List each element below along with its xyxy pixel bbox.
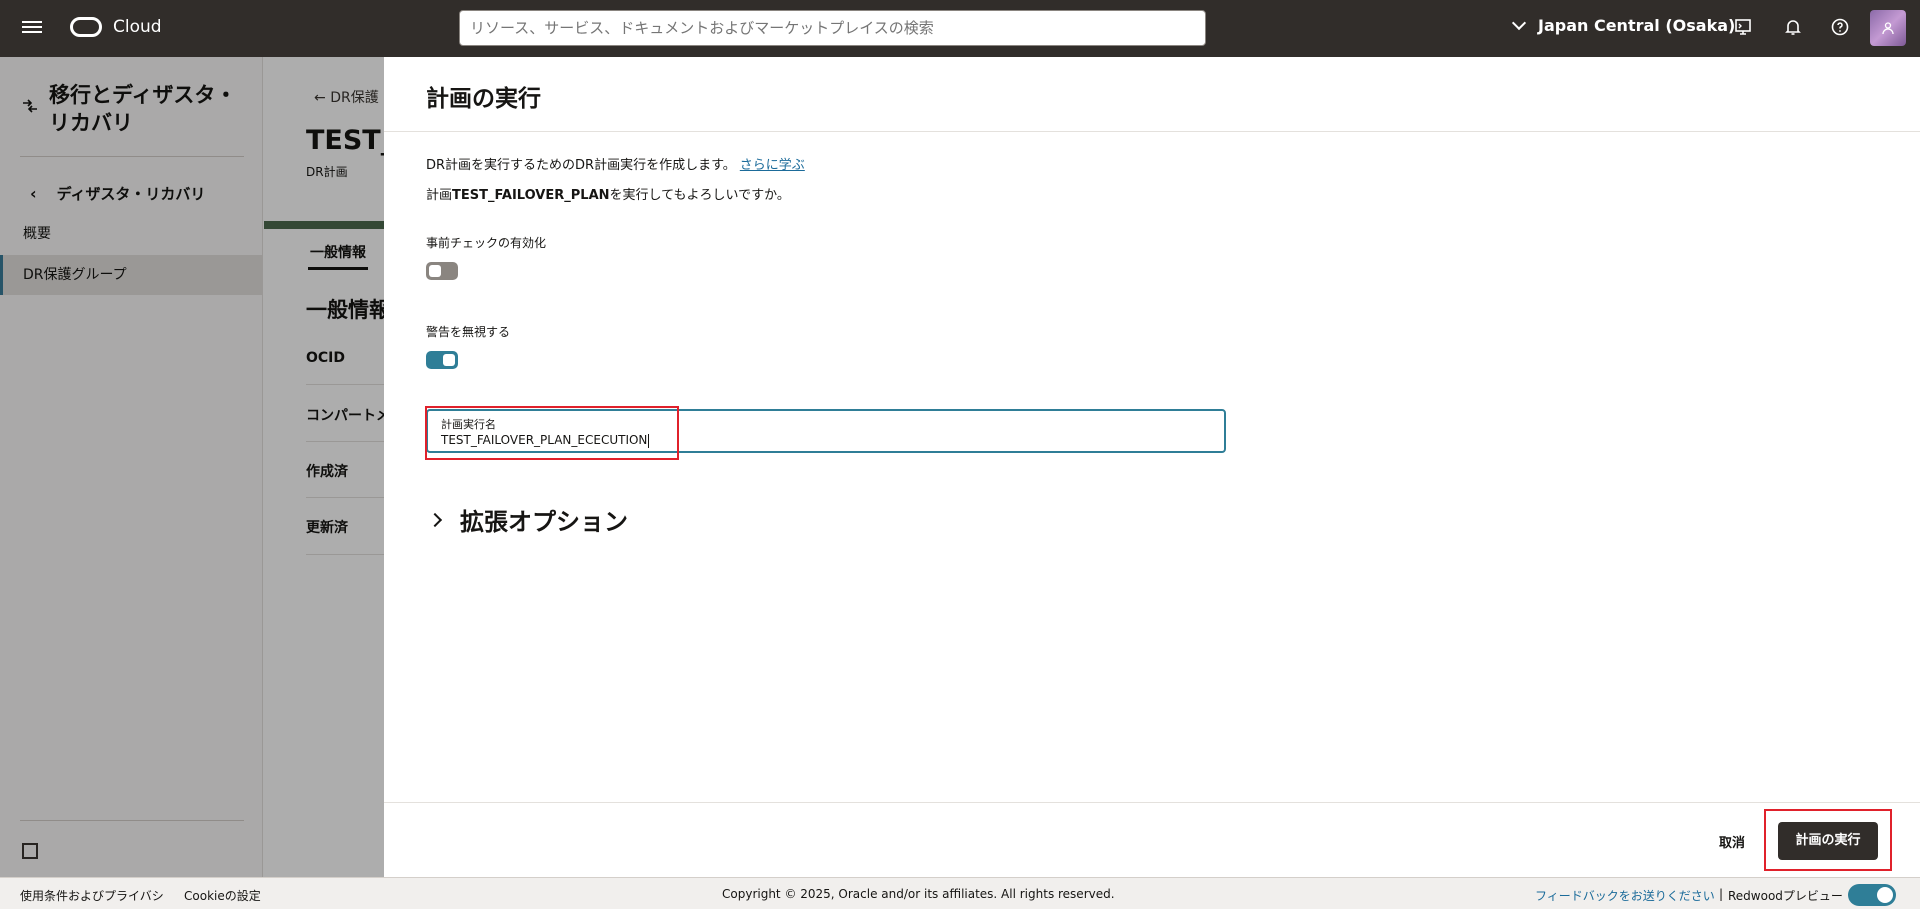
menu-icon[interactable] xyxy=(22,18,42,38)
brand-label[interactable]: Cloud xyxy=(113,17,162,37)
cloud-shell-icon[interactable] xyxy=(1733,18,1753,38)
top-bar: Cloud Japan Central (Osaka) xyxy=(0,0,1920,57)
copyright: Copyright © 2025, Oracle and/or its affi… xyxy=(722,887,1115,901)
plan-name: TEST_FAILOVER_PLAN xyxy=(452,188,610,203)
drawer-title: 計画の実行 xyxy=(426,86,541,112)
region-selector[interactable]: Japan Central (Osaka) xyxy=(1511,15,1736,35)
precheck-label: 事前チェックの有効化 xyxy=(426,236,547,250)
search-input[interactable] xyxy=(459,10,1206,46)
precheck-toggle[interactable] xyxy=(426,262,458,280)
ignore-warnings-label: 警告を無視する xyxy=(426,325,511,339)
learn-more-link[interactable]: さらに学ぶ xyxy=(740,158,805,173)
chevron-down-icon xyxy=(1511,15,1527,30)
toggle-knob xyxy=(1877,887,1893,903)
advanced-options-label: 拡張オプション xyxy=(460,508,628,536)
divider xyxy=(384,131,1920,132)
chevron-right-icon xyxy=(427,512,443,527)
highlight-box xyxy=(1764,809,1892,871)
redwood-preview-toggle[interactable] xyxy=(1848,884,1896,906)
toggle-knob xyxy=(443,354,455,366)
cancel-button[interactable]: 取消 xyxy=(1719,832,1745,851)
help-icon[interactable] xyxy=(1830,18,1850,38)
cookie-settings-link[interactable]: Cookieの設定 xyxy=(184,887,261,904)
notifications-bell-icon[interactable] xyxy=(1783,18,1803,38)
divider xyxy=(384,802,1920,803)
drawer-description: DR計画を実行するためのDR計画実行を作成します。 さらに学ぶ xyxy=(426,158,805,173)
region-label: Japan Central (Osaka) xyxy=(1538,16,1736,35)
user-avatar-icon[interactable] xyxy=(1870,10,1906,46)
run-plan-drawer: 計画の実行 DR計画を実行するためのDR計画実行を作成します。 さらに学ぶ 計画T… xyxy=(384,57,1920,877)
ignore-warnings-toggle[interactable] xyxy=(426,351,458,369)
redwood-preview-label: Redwoodプレビュー xyxy=(1728,889,1843,903)
modal-overlay[interactable] xyxy=(0,57,384,877)
separator: | xyxy=(1719,887,1724,901)
feedback-link[interactable]: フィードバックをお送りください xyxy=(1535,887,1715,904)
confirm-text: 計画TEST_FAILOVER_PLANを実行してもよろしいですか。 xyxy=(426,188,790,203)
toggle-knob xyxy=(429,265,441,277)
advanced-options-expander[interactable]: 拡張オプション xyxy=(426,502,628,537)
oracle-logo-icon[interactable] xyxy=(70,17,102,37)
terms-link[interactable]: 使用条件およびプライバシ xyxy=(20,887,164,904)
highlight-box xyxy=(425,406,679,460)
footer: 使用条件およびプライバシ Cookieの設定 Copyright © 2025,… xyxy=(0,877,1920,909)
